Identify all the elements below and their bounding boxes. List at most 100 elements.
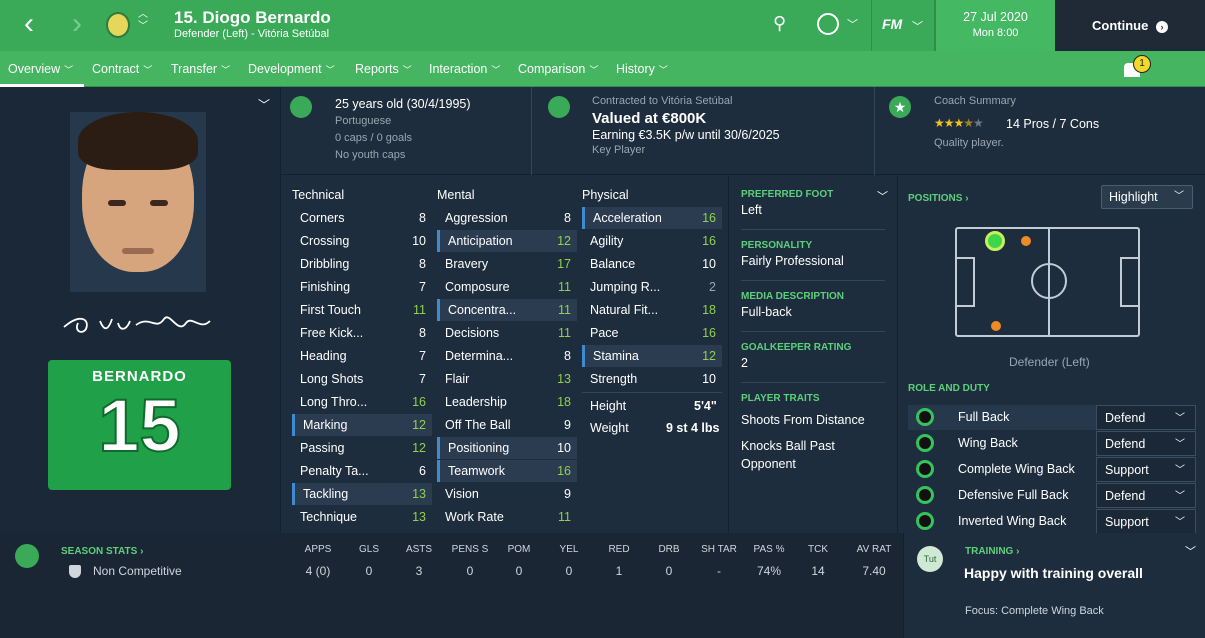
contract-label: Contracted to Vitória Setúbal (592, 95, 733, 107)
positions-link[interactable]: POSITIONS › (908, 193, 969, 204)
chevron-down-icon[interactable]: ﹀ (258, 96, 270, 113)
attribute-name: Bravery (445, 257, 489, 271)
attribute-row[interactable]: Balance 10 (582, 253, 722, 275)
attribute-row[interactable]: Pace 16 (582, 322, 722, 344)
attribute-row[interactable]: Corners 8 (292, 207, 432, 229)
attribute-row[interactable]: Free Kick... 8 (292, 322, 432, 344)
club-crest-icon[interactable] (106, 12, 130, 38)
attribute-name: Aggression (445, 211, 508, 225)
attribute-value: 8 (564, 349, 571, 363)
divider (741, 331, 885, 332)
attribute-row[interactable]: Heading 7 (292, 345, 432, 367)
attribute-row[interactable]: Marking 12 (292, 414, 432, 436)
attribute-row[interactable]: Flair 13 (437, 368, 577, 390)
attribute-row[interactable]: Tackling 13 (292, 483, 432, 505)
attribute-row[interactable]: Jumping R... 2 (582, 276, 722, 298)
attribute-row[interactable]: Work Rate 11 (437, 506, 577, 528)
duty-dropdown[interactable]: Support ﹀ (1096, 509, 1196, 534)
duty-dropdown[interactable]: Defend ﹀ (1096, 405, 1196, 430)
club-switch-chevrons-icon[interactable]: ︿ ﹀ (138, 9, 148, 33)
attribute-name: Heading (300, 349, 347, 363)
duty-dropdown[interactable]: Defend ﹀ (1096, 483, 1196, 508)
duty-dropdown[interactable]: Defend ﹀ (1096, 431, 1196, 456)
bio-nationality: Portuguese (335, 115, 392, 127)
attribute-name: Agility (590, 234, 624, 248)
attribute-row[interactable]: Strength 10 (582, 368, 722, 390)
tab-contract[interactable]: Contract ﹀ (92, 62, 152, 76)
continue-button[interactable]: Continue › (1055, 0, 1205, 51)
club-crest-icon (548, 96, 570, 118)
attribute-row[interactable]: Determina... 8 (437, 345, 577, 367)
attribute-row[interactable]: Vision 9 (437, 483, 577, 505)
season-stats-link[interactable]: SEASON STATS › (61, 546, 143, 557)
chevron-down-icon[interactable]: ﹀ (877, 188, 888, 204)
duty-value: Support (1105, 463, 1149, 477)
attribute-row[interactable]: Anticipation 12 (437, 230, 577, 252)
position-name: Defender (Left) (1009, 355, 1090, 369)
back-arrow-icon[interactable]: ‹ (16, 9, 42, 39)
attribute-row[interactable]: Acceleration 16 (582, 207, 722, 229)
duty-dropdown[interactable]: Support ﹀ (1096, 457, 1196, 482)
role-row[interactable]: Full Back Defend ﹀ (908, 405, 1196, 430)
attribute-row[interactable]: Concentra... 11 (437, 299, 577, 321)
attribute-row[interactable]: Dribbling 8 (292, 253, 432, 275)
attribute-row[interactable]: Positioning 10 (437, 437, 577, 459)
chevron-down-icon[interactable]: ﹀ (1185, 543, 1196, 559)
stat-header: PAS % (753, 544, 785, 555)
attribute-row[interactable]: Bravery 17 (437, 253, 577, 275)
tab-reports[interactable]: Reports ﹀ (355, 62, 412, 76)
stat-header: AV RAT (856, 544, 892, 555)
role-row[interactable]: Inverted Wing Back Support ﹀ (908, 509, 1196, 534)
attribute-row[interactable]: Teamwork 16 (437, 460, 577, 482)
attribute-row[interactable]: Finishing 7 (292, 276, 432, 298)
attribute-row[interactable]: Penalty Ta... 6 (292, 460, 432, 482)
attribute-name: Marking (303, 418, 348, 432)
duty-value: Support (1105, 515, 1149, 529)
chevron-down-icon[interactable]: ﹀ (847, 16, 858, 32)
stat-value: 7.40 (862, 564, 886, 578)
attribute-value: 16 (702, 234, 716, 248)
role-row[interactable]: Defensive Full Back Defend ﹀ (908, 483, 1196, 508)
attribute-row[interactable]: Off The Ball 9 (437, 414, 577, 436)
position-marker (991, 321, 1001, 331)
attribute-row[interactable]: Crossing 10 (292, 230, 432, 252)
fm-menu[interactable]: FM ﹀ (871, 0, 935, 51)
attribute-row[interactable]: Agility 16 (582, 230, 722, 252)
globe-icon[interactable] (817, 13, 839, 35)
attribute-row[interactable]: Long Thro... 16 (292, 391, 432, 413)
attribute-row[interactable]: Passing 12 (292, 437, 432, 459)
tab-comparison[interactable]: Comparison ﹀ (518, 62, 598, 76)
search-icon[interactable]: ⚲ (773, 13, 786, 34)
trait-item: Knocks Ball Past Opponent (741, 439, 835, 471)
height-value: 5'4" (694, 399, 717, 413)
training-link[interactable]: TRAINING › (965, 546, 1019, 557)
tab-development[interactable]: Development ﹀ (248, 62, 335, 76)
tab-history[interactable]: History ﹀ (616, 62, 668, 76)
attribute-value: 11 (558, 303, 571, 317)
attribute-row[interactable]: Natural Fit... 18 (582, 299, 722, 321)
tab-interaction[interactable]: Interaction ﹀ (429, 62, 500, 76)
tab-overview[interactable]: Overview ﹀ (8, 62, 73, 76)
attribute-row[interactable]: Stamina 12 (582, 345, 722, 367)
attribute-name: First Touch (300, 303, 361, 317)
attribute-name: Off The Ball (445, 418, 511, 432)
attribute-row[interactable]: Decisions 11 (437, 322, 577, 344)
role-row[interactable]: Wing Back Defend ﹀ (908, 431, 1196, 456)
highlight-dropdown[interactable]: Highlight ﹀ (1101, 185, 1193, 209)
attribute-row[interactable]: Technique 13 (292, 506, 432, 528)
attribute-row[interactable]: Leadership 18 (437, 391, 577, 413)
stat-value: 0 (565, 564, 573, 578)
attribute-value: 12 (412, 441, 426, 455)
attribute-row[interactable]: Composure 11 (437, 276, 577, 298)
role-row[interactable]: Complete Wing Back Support ﹀ (908, 457, 1196, 482)
attribute-value: 12 (557, 234, 571, 248)
attribute-value: 12 (702, 349, 716, 363)
tab-transfer[interactable]: Transfer ﹀ (171, 62, 230, 76)
attribute-row[interactable]: First Touch 11 (292, 299, 432, 321)
attribute-row[interactable]: Long Shots 7 (292, 368, 432, 390)
chevron-down-icon: ﹀ (1175, 491, 1185, 502)
preferred-foot: Left (741, 203, 762, 217)
forward-arrow-icon[interactable]: › (64, 9, 90, 39)
attribute-row[interactable]: Aggression 8 (437, 207, 577, 229)
pros-cons[interactable]: 14 Pros / 7 Cons (1006, 117, 1099, 131)
